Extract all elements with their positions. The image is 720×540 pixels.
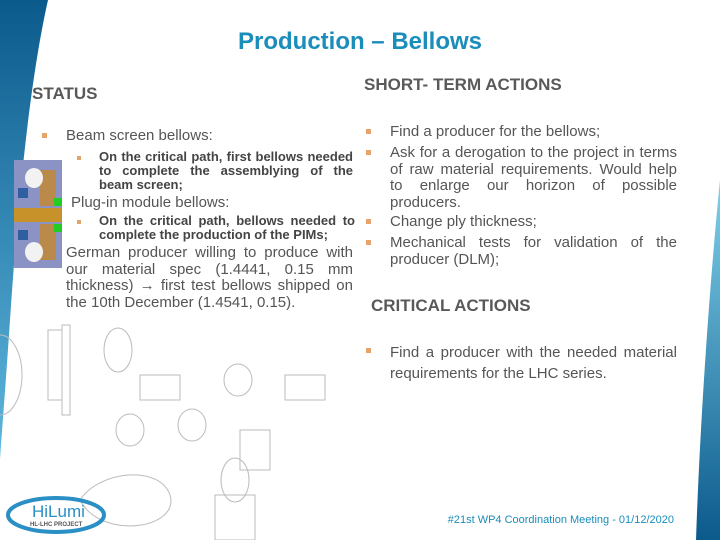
- bullet: [77, 220, 81, 224]
- status-note: German producer willing to produce with …: [66, 244, 353, 311]
- bullet: [366, 219, 371, 224]
- hilumi-logo: HiLumi HL-LHC PROJECT: [6, 495, 106, 535]
- critical-heading: CRITICAL ACTIONS: [371, 296, 531, 315]
- status-item-label: Beam screen bellows:: [66, 127, 213, 144]
- bullet: [366, 129, 371, 134]
- bullet: [42, 133, 47, 138]
- short-term-item: Ask for a derogation to the project in t…: [390, 144, 677, 211]
- page-title: Production – Bellows: [237, 28, 483, 55]
- critical-item: Find a producer with the needed material…: [390, 344, 677, 382]
- status-sub-item: On the critical path, first bellows need…: [99, 149, 353, 192]
- logo-text: HiLumi: [32, 502, 85, 521]
- status-heading: STATUS: [32, 84, 98, 103]
- bullet: [366, 150, 371, 155]
- short-term-heading: SHORT- TERM ACTIONS: [364, 75, 562, 94]
- cad-section-image: [14, 160, 62, 268]
- bullet: [366, 240, 371, 245]
- bullet: [366, 348, 371, 353]
- logo-subtext: HL-LHC PROJECT: [30, 522, 83, 528]
- status-sub-item: On the critical path, bellows needed to …: [99, 213, 355, 242]
- short-term-item: Mechanical tests for validation of the p…: [390, 234, 677, 268]
- footer-text: #21st WP4 Coordination Meeting - 01/12/2…: [447, 514, 674, 526]
- bullet: [77, 156, 81, 160]
- decorative-swoosh-right: [696, 180, 720, 540]
- short-term-item: Change ply thickness;: [390, 213, 537, 230]
- status-item-label: Plug-in module bellows:: [71, 194, 230, 211]
- short-term-item: Find a producer for the bellows;: [390, 123, 601, 140]
